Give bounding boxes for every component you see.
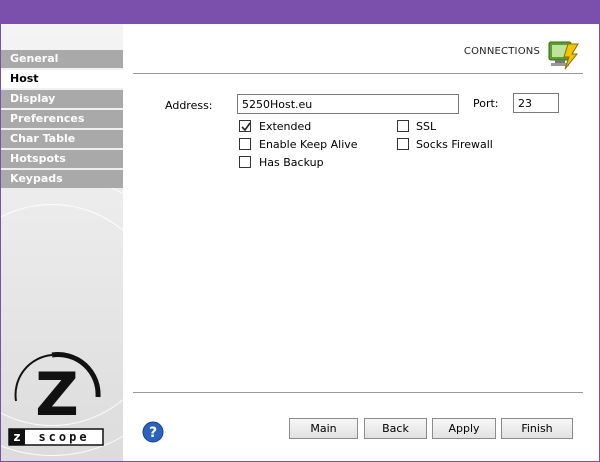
has-backup-label: Has Backup [259,156,324,169]
sidebar-item-char-table[interactable]: Char Table [1,130,123,148]
back-button[interactable]: Back [364,418,427,439]
divider-top [133,73,583,74]
extended-checkbox[interactable] [239,120,251,132]
extended-label: Extended [259,120,312,133]
address-input[interactable] [237,94,459,114]
socks-firewall-label: Socks Firewall [416,138,493,151]
port-input[interactable] [513,93,559,113]
keep-alive-checkbox[interactable] [239,138,251,150]
svg-text:?: ? [149,425,157,441]
has-backup-checkbox[interactable] [239,156,251,168]
page-title: CONNECTIONS [463,46,540,57]
apply-button[interactable]: Apply [432,418,496,439]
finish-button[interactable]: Finish [501,418,573,439]
ssl-label: SSL [416,120,437,133]
sidebar-item-general[interactable]: General [1,50,123,68]
help-icon[interactable]: ? [142,421,164,443]
sidebar-item-hotspots[interactable]: Hotspots [1,150,123,168]
sidebar-item-display[interactable]: Display [1,90,123,108]
address-label: Address: [165,99,213,112]
svg-text:scope: scope [38,430,89,444]
svg-text:z: z [14,430,21,444]
main-button[interactable]: Main [289,418,358,439]
zscope-logo: Z z scope [8,345,108,447]
connections-icon [548,38,580,70]
keep-alive-label: Enable Keep Alive [259,138,358,151]
port-label: Port: [473,97,499,110]
svg-text:Z: Z [35,360,79,430]
ssl-checkbox[interactable] [397,120,409,132]
sidebar-item-host[interactable]: Host [1,70,123,88]
title-bar [0,0,600,24]
socks-firewall-checkbox[interactable] [397,138,409,150]
sidebar-item-preferences[interactable]: Preferences [1,110,123,128]
sidebar-item-keypads[interactable]: Keypads [1,170,123,188]
divider-bottom [133,392,583,393]
sidebar-nav: General Host Display Preferences Char Ta… [1,50,123,190]
checkmark-icon [241,122,251,132]
